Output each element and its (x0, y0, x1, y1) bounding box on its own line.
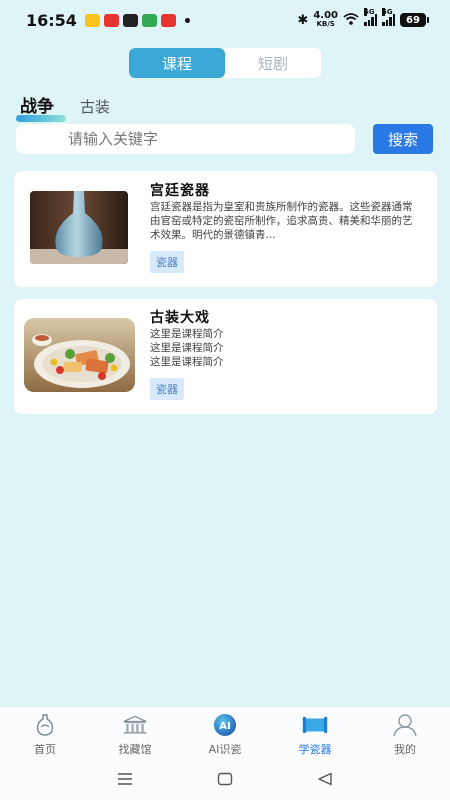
status-time: 16:54 (26, 10, 77, 30)
course-title: 古装大戏 (150, 310, 210, 326)
nav-ai-identify[interactable]: AI AI识瓷 (180, 707, 270, 758)
course-description: 宫廷瓷器是指为皇室和贵族所制作的瓷器。这些瓷器通常由官窑或特定的瓷窑所制作，追求… (150, 201, 413, 241)
app-notification-icon (160, 13, 176, 27)
status-bar: 16:54 ✱ 4.00 KB/S 5G 5G 69 (0, 0, 450, 40)
signal-icon: 5G (364, 8, 377, 26)
category-tabs: 战争 古装 (16, 92, 110, 122)
scroll-icon (302, 713, 328, 737)
nav-label: AI识瓷 (208, 743, 242, 756)
wifi-icon (343, 12, 359, 28)
nav-profile[interactable]: 我的 (360, 707, 450, 758)
museum-icon (122, 713, 148, 737)
nav-label: 首页 (34, 743, 56, 756)
course-tag: 瓷器 (150, 378, 184, 400)
category-tab-costume[interactable]: 古装 (80, 96, 110, 117)
svg-text:AI: AI (219, 721, 230, 732)
segment-tabs: 课程 短剧 (129, 48, 321, 78)
user-icon (392, 713, 418, 737)
ai-icon: AI (212, 713, 238, 737)
nav-label: 我的 (394, 743, 416, 756)
battery-icon: 69 (400, 13, 429, 27)
tab-short-dramas[interactable]: 短剧 (225, 48, 321, 78)
category-tab-war[interactable]: 战争 (16, 92, 66, 122)
bluetooth-icon: ✱ (297, 12, 309, 28)
description-line: 这里是课程简介 (150, 328, 224, 340)
more-notifications-dot (184, 17, 190, 23)
nav-label: 找藏馆 (118, 743, 152, 756)
course-tag: 瓷器 (150, 251, 184, 273)
status-right: ✱ 4.00 KB/S 5G 5G 69 (297, 8, 429, 29)
menu-icon[interactable] (105, 764, 145, 794)
course-card[interactable]: 古装大戏 这里是课程简介 这里是课程简介 这里是课程简介 瓷器 (14, 299, 437, 414)
signal-icon: 5G (382, 8, 395, 26)
vase-home-icon (32, 713, 58, 737)
nav-home[interactable]: 首页 (0, 707, 90, 758)
app-notification-icon (122, 13, 138, 27)
home-square-icon[interactable] (205, 764, 245, 794)
porcelain-vase-image (30, 191, 128, 264)
nav-label: 学瓷器 (298, 743, 332, 756)
network-speed: 4.00 KB/S (313, 10, 338, 29)
bottom-nav: 首页 找藏馆 AI AI识瓷 学瓷器 我的 (0, 706, 450, 758)
description-line: 这里是课程简介 (150, 342, 224, 354)
search-input[interactable] (16, 124, 355, 154)
course-title: 宫廷瓷器 (150, 183, 210, 199)
tab-courses[interactable]: 课程 (129, 48, 225, 78)
system-nav-bar (0, 758, 450, 800)
course-description: 这里是课程简介 这里是课程简介 这里是课程简介 (150, 327, 422, 369)
app-notification-icon (141, 13, 157, 27)
nav-museum[interactable]: 找藏馆 (90, 707, 180, 758)
back-triangle-icon[interactable] (305, 764, 345, 794)
food-plate-image (24, 318, 135, 392)
app-notification-icon (84, 13, 100, 27)
course-card[interactable]: 宫廷瓷器 宫廷瓷器是指为皇室和贵族所制作的瓷器。这些瓷器通常由官窑或特定的瓷窑所… (14, 171, 437, 287)
description-line: 这里是课程简介 (150, 356, 224, 368)
search-box (16, 124, 355, 154)
app-notification-icon (103, 13, 119, 27)
search-button[interactable]: 搜索 (373, 124, 433, 154)
notification-icons (84, 13, 190, 27)
nav-learn-porcelain[interactable]: 学瓷器 (270, 707, 360, 758)
